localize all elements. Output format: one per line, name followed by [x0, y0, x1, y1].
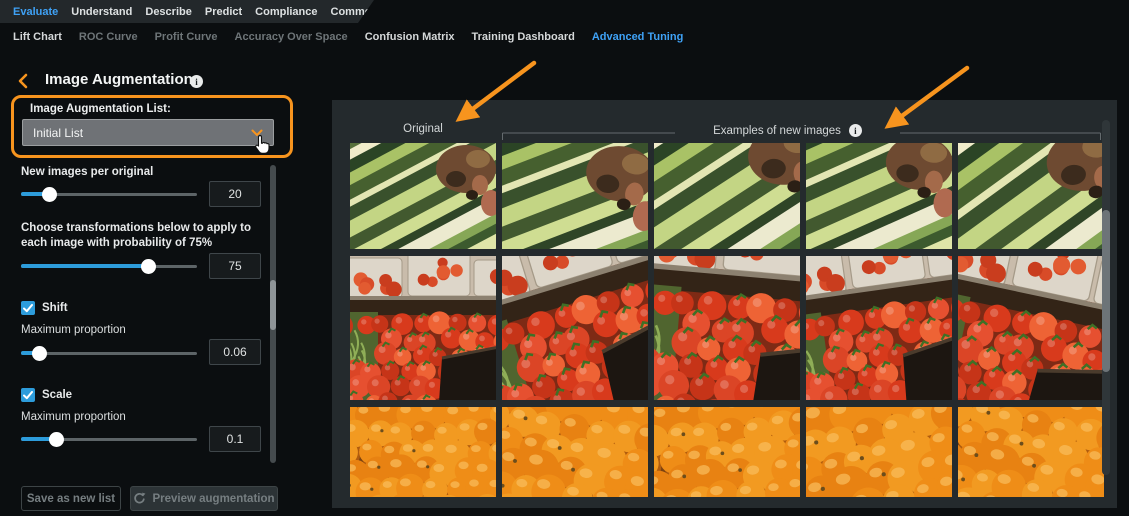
shift-value[interactable]: 0.06: [209, 339, 261, 365]
chevron-down-icon: [251, 129, 263, 136]
augmented-image-oranges: [654, 407, 800, 497]
info-icon[interactable]: i: [848, 124, 862, 137]
preview-augmentation-button[interactable]: Preview augmentation: [130, 486, 278, 511]
gallery-panel: Original Examples of new images i: [332, 100, 1117, 508]
top-nav: Evaluate Understand Describe Predict Complia…: [0, 0, 374, 23]
shift-label: Shift: [42, 302, 68, 314]
save-button-label: Save as new list: [26, 492, 116, 505]
augmentation-list-dropdown[interactable]: Initial List: [22, 119, 274, 146]
augmented-image-oranges: [502, 407, 648, 497]
probability-value[interactable]: 75: [209, 253, 261, 279]
scale-slider[interactable]: [21, 432, 197, 447]
subtab-roc-curve[interactable]: ROC Curve: [79, 31, 138, 43]
new-images-slider[interactable]: [21, 187, 197, 202]
sub-nav: Lift Chart ROC Curve Profit Curve Accuracy …: [0, 29, 683, 45]
tab-understand[interactable]: Understand: [71, 6, 132, 18]
shift-slider[interactable]: [21, 346, 197, 361]
tab-predict[interactable]: Predict: [205, 6, 242, 18]
slider-handle[interactable]: [140, 259, 156, 274]
refresh-icon: [134, 492, 146, 504]
slider-handle[interactable]: [31, 346, 47, 361]
app-root: Evaluate Understand Describe Predict Complia…: [0, 0, 1129, 516]
slider-track[interactable]: [21, 352, 197, 355]
probability-label: Choose transformations below to apply to…: [21, 222, 252, 249]
augmented-image-oranges: [958, 407, 1104, 497]
new-images-label: New images per original: [21, 166, 154, 178]
original-image-oranges: [350, 407, 496, 497]
tab-evaluate[interactable]: Evaluate: [13, 6, 58, 18]
scale-value[interactable]: 0.1: [209, 426, 261, 452]
scale-max-proportion-label: Maximum proportion: [21, 411, 126, 423]
shift-max-proportion-label: Maximum proportion: [21, 324, 126, 336]
probability-slider[interactable]: [21, 259, 197, 274]
new-images-value[interactable]: 20: [209, 181, 261, 207]
augmented-image-leeks: [806, 143, 952, 249]
slider-handle[interactable]: [42, 187, 58, 202]
augmented-image-tomatoes: [958, 256, 1104, 400]
subtab-accuracy-over-space[interactable]: Accuracy Over Space: [235, 31, 348, 43]
subtab-lift-chart[interactable]: Lift Chart: [13, 31, 62, 43]
examples-column-label: Examples of new images i: [685, 124, 890, 137]
preview-button-label: Preview augmentation: [152, 492, 275, 505]
augmentation-list-label: Image Augmentation List:: [30, 103, 171, 115]
shift-checkbox[interactable]: [21, 301, 35, 315]
tab-compliance[interactable]: Compliance: [255, 6, 317, 18]
augmented-image-leeks: [502, 143, 648, 249]
original-image-leeks: [350, 143, 496, 249]
save-as-new-list-button[interactable]: Save as new list: [21, 486, 121, 511]
info-icon[interactable]: i: [190, 75, 203, 88]
check-icon: [23, 303, 33, 312]
check-icon: [23, 390, 33, 399]
augmented-image-oranges: [806, 407, 952, 497]
slider-handle[interactable]: [49, 432, 65, 447]
slider-fill: [21, 264, 148, 268]
original-image-tomatoes: [350, 256, 496, 400]
examples-label-text: Examples of new images: [713, 124, 841, 137]
gallery-scrollbar-thumb[interactable]: [1102, 210, 1110, 372]
scale-checkbox[interactable]: [21, 388, 35, 402]
augmented-image-tomatoes: [502, 256, 648, 400]
subtab-advanced-tuning[interactable]: Advanced Tuning: [592, 31, 683, 43]
scale-label: Scale: [42, 389, 73, 401]
left-panel-scrollbar-thumb[interactable]: [270, 280, 276, 330]
page-title: Image Augmentation: [45, 71, 193, 88]
subtab-training-dashboard[interactable]: Training Dashboard: [472, 31, 575, 43]
augmented-image-tomatoes: [654, 256, 800, 400]
augmented-image-leeks: [654, 143, 800, 249]
original-column-label: Original: [403, 123, 443, 135]
subtab-profit-curve[interactable]: Profit Curve: [155, 31, 218, 43]
augmented-image-tomatoes: [806, 256, 952, 400]
back-chevron-icon[interactable]: [16, 73, 30, 89]
dropdown-selected-value: Initial List: [33, 125, 84, 140]
augmented-image-leeks: [958, 143, 1104, 249]
tab-describe[interactable]: Describe: [145, 6, 191, 18]
subtab-confusion-matrix[interactable]: Confusion Matrix: [365, 31, 455, 43]
tab-comments[interactable]: Comments: [331, 6, 388, 18]
